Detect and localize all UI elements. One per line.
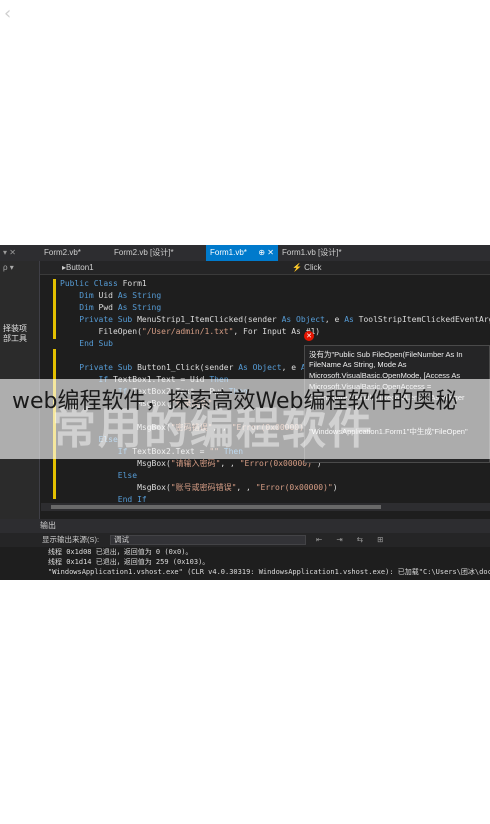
tab-form1-vb[interactable]: Form1.vb* ⊕ ✕ xyxy=(206,245,278,261)
scrollbar-thumb[interactable] xyxy=(51,505,381,509)
output-source-row: 显示输出来源(S): 调试 ⇤ ⇥ ⇆ ⊞ xyxy=(0,533,490,547)
navigation-bar: ▸Button1 ⚡ Click xyxy=(0,261,490,275)
code-line[interactable]: End Sub xyxy=(60,339,113,349)
code-line[interactable]: Dim Uid As String xyxy=(60,291,161,301)
code-line[interactable]: Private Sub MenuStrip1_ItemClicked(sende… xyxy=(60,315,490,325)
code-line[interactable]: MsgBox("账号或密码错误", , "Error(0x00000)") xyxy=(60,483,338,493)
tab-form2-vb[interactable]: Form2.vb* xyxy=(40,245,85,261)
tab-form1-design[interactable]: Form1.vb [设计]* xyxy=(278,245,346,261)
tab-close-icon[interactable]: ⊕ ✕ xyxy=(258,245,274,261)
chevron-left-icon: ‹ xyxy=(4,3,12,24)
code-line[interactable]: MsgBox("请输入密码", , "Error(0x00000)") xyxy=(60,459,322,469)
class-dropdown[interactable]: ▸Button1 xyxy=(62,263,94,272)
output-line: 线程 0x1d08 已退出，返回值为 0 (0x0)。 xyxy=(48,548,193,556)
output-panel-title: 输出 xyxy=(0,519,490,533)
error-icon[interactable]: ✕ xyxy=(304,331,314,341)
output-line: "WindowsApplication1.vshost.exe" (CLR v4… xyxy=(48,568,490,576)
code-line[interactable]: FileOpen("/User/admin/1.txt", For Input … xyxy=(60,327,321,337)
code-line[interactable]: Public Class Form1 xyxy=(60,279,147,289)
tooltip-line: FileName As String, Mode As xyxy=(309,360,407,369)
search-icon[interactable]: ρ ▾ xyxy=(3,263,14,272)
output-line: 线程 0x1d14 已退出，返回值为 259 (0x103)。 xyxy=(48,558,210,566)
side-item-2[interactable]: 部工具 xyxy=(3,333,27,344)
tab-form2-design[interactable]: Form2.vb [设计]* xyxy=(110,245,178,261)
change-marker xyxy=(53,279,56,339)
method-dropdown[interactable]: ⚡ Click xyxy=(292,263,322,272)
horizontal-scrollbar[interactable] xyxy=(41,503,490,511)
article-title[interactable]: web编程软件，探索高效Web编程软件的奥秘 xyxy=(12,385,488,419)
tooltip-line: 没有为"Public Sub FileOpen(FileNumber As In xyxy=(309,350,463,359)
output-source-label: 显示输出来源(S): xyxy=(42,535,100,544)
output-toolbar-icons[interactable]: ⇤ ⇥ ⇆ ⊞ xyxy=(316,533,389,547)
output-log: 线程 0x1d08 已退出，返回值为 0 (0x0)。 线程 0x1d14 已退… xyxy=(40,547,490,580)
output-source-select[interactable]: 调试 xyxy=(110,535,306,545)
back-button[interactable]: ‹ xyxy=(4,4,24,24)
code-line[interactable]: Private Sub Button1_Click(sender As Obje… xyxy=(60,363,310,373)
document-tab-strip: ▾ ✕ Form2.vb* Form2.vb [设计]* Form1.vb* ⊕… xyxy=(0,245,490,261)
pin-close-icons[interactable]: ▾ ✕ xyxy=(3,248,39,257)
code-line[interactable]: Else xyxy=(60,471,137,481)
code-line[interactable]: Dim Pwd As String xyxy=(60,303,161,313)
